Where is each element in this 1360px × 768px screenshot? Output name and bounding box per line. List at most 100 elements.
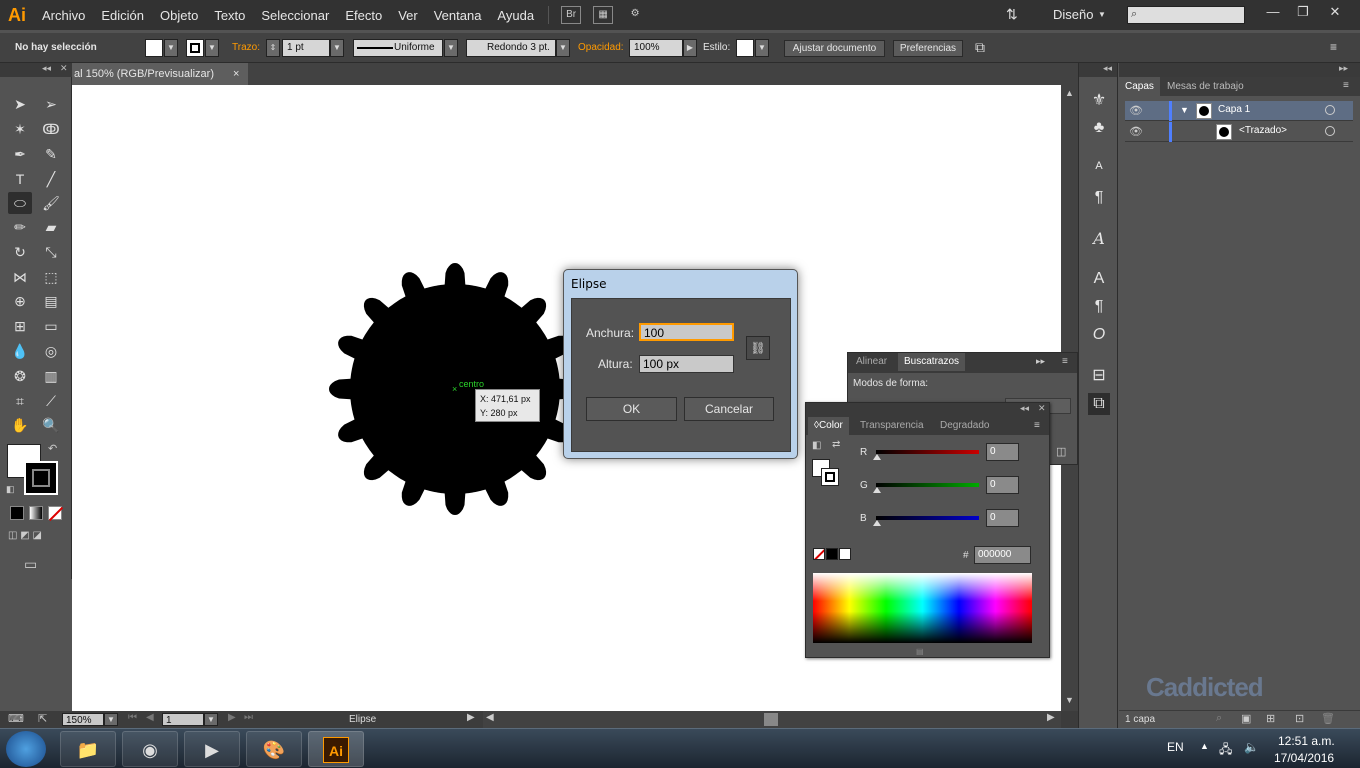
panel-menu-icon[interactable]: ≡ xyxy=(1062,356,1068,367)
panel-menu-icon[interactable]: ≡ xyxy=(1343,80,1349,91)
illustrator-taskbar-button[interactable]: Ai xyxy=(308,731,364,767)
default-fill-stroke-icon[interactable]: ◧ xyxy=(812,440,821,451)
clock-date[interactable]: 17/04/2016 xyxy=(1274,751,1334,765)
menu-objeto[interactable]: Objeto xyxy=(152,8,206,23)
slice-tool-icon[interactable]: ⟋ xyxy=(39,390,63,412)
artboard-number-input[interactable]: 1 xyxy=(162,713,204,726)
stroke-dropdown[interactable]: ▼ xyxy=(205,39,219,57)
locate-object-icon[interactable]: ⌕ xyxy=(1216,712,1222,725)
expand-icon[interactable]: ◂◂ xyxy=(1103,63,1112,74)
divide-icon[interactable]: ◫ xyxy=(1056,445,1066,458)
gradient-mode-button[interactable] xyxy=(29,506,43,520)
fit-document-button[interactable]: Ajustar documento xyxy=(784,40,885,57)
scroll-right-icon[interactable]: ▶ xyxy=(1047,712,1055,723)
target-circle-icon[interactable] xyxy=(1325,105,1335,115)
width-tool-icon[interactable]: ⋈ xyxy=(8,266,32,288)
minimize-button[interactable]: — xyxy=(1258,2,1288,22)
rotate-tool-icon[interactable]: ↻ xyxy=(8,241,32,263)
bridge-icon[interactable]: Br xyxy=(561,6,582,24)
panel-menu-icon[interactable]: ≡ xyxy=(1330,40,1337,54)
menu-ayuda[interactable]: Ayuda xyxy=(489,8,542,23)
layer-row-trazado[interactable]: 👁 <Trazado> xyxy=(1125,122,1353,142)
delete-layer-icon[interactable]: 🗑 xyxy=(1321,712,1335,725)
r-slider-thumb[interactable] xyxy=(873,454,881,460)
tab-color[interactable]: ◊Color xyxy=(808,417,849,435)
prev-artboard-icon[interactable]: ◀ xyxy=(146,712,154,723)
stroke-label[interactable]: Trazo: xyxy=(232,42,260,53)
next-artboard-icon[interactable]: ▶ xyxy=(228,712,236,723)
tab-capas[interactable]: Capas xyxy=(1119,77,1160,96)
visibility-eye-icon[interactable]: 👁 xyxy=(1129,125,1143,138)
tab-alinear[interactable]: Alinear xyxy=(850,353,893,371)
column-graph-tool-icon[interactable]: ▥ xyxy=(39,365,63,387)
symbol-sprayer-icon[interactable]: ⚜ xyxy=(1088,90,1110,112)
new-sublayer-icon[interactable]: ⊞ xyxy=(1266,712,1275,725)
color-spectrum[interactable] xyxy=(813,573,1032,643)
expand-icon[interactable]: ▸▸ xyxy=(1036,356,1045,367)
brush-dropdown[interactable]: ▼ xyxy=(556,39,570,57)
perspective-grid-tool-icon[interactable]: ▤ xyxy=(39,290,63,312)
stroke-color-swatch[interactable] xyxy=(24,461,58,495)
curvature-tool-icon[interactable]: ✎ xyxy=(39,143,63,165)
screen-mode-icon[interactable]: ▭ xyxy=(24,556,37,573)
r-slider[interactable] xyxy=(876,450,979,454)
fill-dropdown[interactable]: ▼ xyxy=(164,39,178,57)
eyedropper-tool-icon[interactable]: 💧 xyxy=(8,340,32,362)
zoom-tool-icon[interactable]: 🔍 xyxy=(39,414,63,436)
close-panel-icon[interactable]: ✕ xyxy=(60,63,68,74)
character-icon[interactable]: A xyxy=(1088,268,1110,290)
color-mode-button[interactable] xyxy=(10,506,24,520)
b-slider[interactable] xyxy=(876,516,979,520)
b-value-input[interactable]: 0 xyxy=(986,509,1019,527)
free-transform-tool-icon[interactable]: ⬚ xyxy=(39,266,63,288)
clipping-mask-icon[interactable]: ▣ xyxy=(1241,712,1251,725)
glyphs-icon[interactable]: A xyxy=(1088,228,1110,250)
keyboard-icon[interactable]: ⌨ xyxy=(8,712,24,725)
document-tab[interactable]: al 150% (RGB/Previsualizar) × xyxy=(72,63,248,85)
selection-tool-icon[interactable]: ➤ xyxy=(8,93,32,115)
close-panel-icon[interactable]: ✕ xyxy=(1038,403,1046,414)
club-symbols-icon[interactable]: ♣ xyxy=(1088,117,1110,139)
default-colors-icon[interactable]: ◧ xyxy=(6,484,15,495)
character-styles-icon[interactable]: ᴬ xyxy=(1088,158,1110,180)
white-color-swatch[interactable] xyxy=(839,548,851,560)
status-arrow-icon[interactable]: ▶ xyxy=(467,712,475,723)
hand-tool-icon[interactable]: ✋ xyxy=(8,414,32,436)
menu-texto[interactable]: Texto xyxy=(206,8,253,23)
eraser-tool-icon[interactable]: ▰ xyxy=(39,216,63,238)
resize-grip-icon[interactable]: ▤ xyxy=(916,647,924,656)
gpu-performance-icon[interactable]: ⚙ xyxy=(625,6,645,24)
gear-shape[interactable] xyxy=(320,258,580,523)
r-value-input[interactable]: 0 xyxy=(986,443,1019,461)
fill-swatch[interactable] xyxy=(145,39,163,57)
magic-wand-tool-icon[interactable]: ✶ xyxy=(8,118,32,140)
close-window-button[interactable]: ✕ xyxy=(1320,2,1350,22)
sync-icon[interactable]: ⇅ xyxy=(1006,6,1018,23)
file-explorer-icon[interactable]: 📁 xyxy=(60,731,116,767)
collapse-icon[interactable]: ◂◂ xyxy=(42,63,51,74)
profile-dropdown[interactable]: ▼ xyxy=(444,39,458,57)
horizontal-scrollbar[interactable]: ◀ ▶ xyxy=(483,711,1061,728)
swap-colors-icon[interactable]: ↶ xyxy=(48,442,57,455)
search-input[interactable] xyxy=(1127,6,1245,24)
black-color-swatch[interactable] xyxy=(826,548,838,560)
maximize-button[interactable]: ❐ xyxy=(1288,2,1318,22)
none-color-swatch[interactable] xyxy=(813,548,825,560)
volume-icon[interactable]: 🔈 xyxy=(1244,740,1259,754)
blend-tool-icon[interactable]: ◎ xyxy=(39,340,63,362)
line-tool-icon[interactable]: ╱ xyxy=(39,168,63,190)
constrain-proportions-button[interactable]: ⛓ xyxy=(746,336,770,360)
show-hidden-icons-icon[interactable]: ▲ xyxy=(1200,741,1209,751)
media-player-icon[interactable]: ▶ xyxy=(184,731,240,767)
visibility-eye-icon[interactable]: 👁 xyxy=(1129,104,1143,117)
paint-icon[interactable]: 🎨 xyxy=(246,731,302,767)
clock-time[interactable]: 12:51 a.m. xyxy=(1278,734,1335,748)
current-tool-status[interactable]: Elipse xyxy=(349,714,376,725)
stroke-stepper[interactable]: ⇕ xyxy=(266,39,280,57)
mesh-tool-icon[interactable]: ⊞ xyxy=(8,315,32,337)
paragraph-styles-icon[interactable]: ¶ xyxy=(1088,187,1110,209)
opacity-input[interactable]: 100% xyxy=(629,39,683,57)
g-slider-thumb[interactable] xyxy=(873,487,881,493)
hex-value-input[interactable]: 000000 xyxy=(974,546,1031,564)
style-swatch[interactable] xyxy=(736,39,754,57)
